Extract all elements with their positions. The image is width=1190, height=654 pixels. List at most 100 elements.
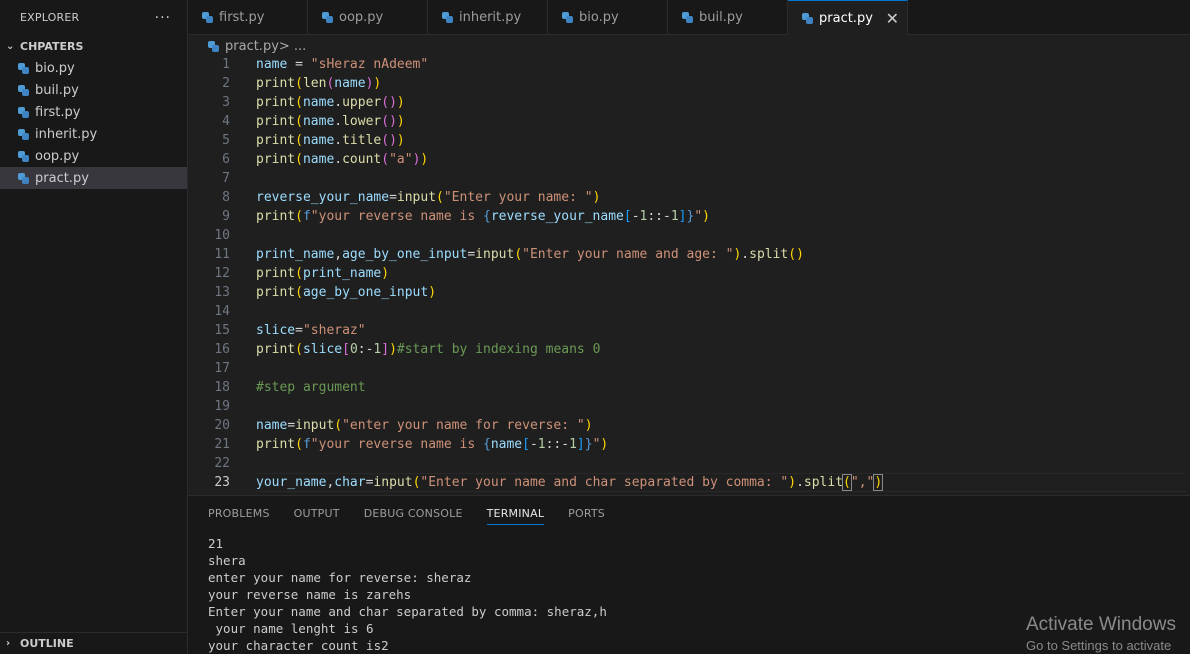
breadcrumb: pract.py > ...	[208, 37, 306, 55]
python-file-icon	[18, 128, 29, 140]
code-line: 6 print(name.count("a"))	[188, 150, 1190, 169]
line-number: 8	[222, 190, 230, 205]
line-number: 15	[214, 323, 230, 338]
line-number: 7	[222, 171, 230, 186]
tab-label: first.py	[219, 10, 265, 25]
tab-label: oop.py	[339, 10, 384, 25]
terminal-line: 21	[208, 536, 224, 551]
line-number: 12	[214, 266, 230, 281]
code-editor[interactable]: 1 name = "sHeraz nAdeem" 2 print(len(name)…	[188, 55, 1190, 495]
tab-bio[interactable]: bio.py	[548, 0, 668, 35]
code-text: print(print_name)	[256, 266, 390, 281]
folder-label: CHPATERS	[20, 39, 84, 53]
python-file-icon	[562, 12, 573, 23]
tab-oop[interactable]: oop.py	[308, 0, 428, 35]
code-line: 9 print(f"your reverse name is {reverse_y…	[188, 207, 1190, 226]
tab-terminal[interactable]: TERMINAL	[486, 496, 545, 531]
code-line: 14	[188, 302, 1190, 321]
code-line: 4 print(name.lower())	[188, 112, 1190, 131]
code-text: print(f"your reverse name is {reverse_yo…	[256, 209, 710, 224]
outline-section[interactable]: › OUTLINE	[0, 632, 187, 654]
line-number: 20	[214, 418, 230, 433]
code-line: 21 print(f"your reverse name is {name[-1:…	[188, 435, 1190, 454]
line-number: 5	[222, 133, 230, 148]
file-label: pract.py	[35, 170, 89, 186]
line-number: 13	[214, 285, 230, 300]
code-line: 15 slice="sheraz"	[188, 321, 1190, 340]
chevron-down-icon: ⌄	[6, 40, 15, 52]
tab-label: buil.py	[699, 10, 743, 25]
breadcrumb-separator: > ...	[278, 38, 307, 54]
file-item-bio[interactable]: bio.py	[0, 57, 187, 79]
file-item-first[interactable]: first.py	[0, 101, 187, 123]
tab-inherit[interactable]: inherit.py	[428, 0, 548, 35]
folder-chpaters[interactable]: ⌄ CHPATERS	[0, 35, 187, 57]
editor-tabs: first.py oop.py inherit.py bio.py buil.p…	[188, 0, 1190, 35]
code-line: 22	[188, 454, 1190, 473]
line-number: 10	[214, 228, 230, 243]
chevron-right-icon: ›	[6, 638, 11, 649]
tab-pract[interactable]: pract.py ✕	[788, 0, 908, 35]
breadcrumb-file[interactable]: pract.py	[225, 39, 279, 54]
code-line: 1 name = "sHeraz nAdeem"	[188, 55, 1190, 74]
close-icon[interactable]: ✕	[886, 9, 899, 28]
line-number: 11	[214, 247, 230, 262]
terminal-line: shera	[208, 553, 246, 568]
tab-debug-console[interactable]: DEBUG CONSOLE	[364, 496, 463, 531]
code-text: print(len(name))	[256, 76, 382, 91]
line-number: 2	[222, 76, 230, 91]
code-line: 12 print(print_name)	[188, 264, 1190, 283]
file-label: oop.py	[35, 148, 80, 164]
file-item-pract[interactable]: pract.py	[0, 167, 187, 189]
activate-windows-watermark: Activate Windows Go to Settings to activ…	[1026, 614, 1190, 654]
line-number: 22	[214, 456, 230, 471]
tab-buil[interactable]: buil.py	[668, 0, 788, 35]
watermark-title: Activate Windows	[1026, 614, 1176, 635]
file-label: bio.py	[35, 60, 75, 76]
line-number: 23	[214, 475, 230, 490]
line-number: 4	[222, 114, 230, 129]
python-file-icon	[202, 12, 213, 23]
code-text: print(age_by_one_input)	[256, 285, 437, 300]
code-text: name = "sHeraz nAdeem"	[256, 57, 429, 72]
code-text: print(name.count("a"))	[256, 152, 429, 167]
code-line: 18 #step argument	[188, 378, 1190, 397]
explorer-header: EXPLORER ···	[0, 0, 187, 35]
python-file-icon	[18, 172, 29, 184]
code-line: 17	[188, 359, 1190, 378]
tab-label: bio.py	[579, 10, 619, 25]
file-label: first.py	[35, 104, 81, 120]
python-file-icon	[322, 12, 333, 23]
tab-ports[interactable]: PORTS	[568, 496, 605, 531]
code-line: 13 print(age_by_one_input)	[188, 283, 1190, 302]
code-line: 11 print_name,age_by_one_input=input("Ent…	[188, 245, 1190, 264]
file-item-buil[interactable]: buil.py	[0, 79, 187, 101]
tab-output[interactable]: OUTPUT	[294, 496, 340, 531]
more-actions-icon[interactable]: ···	[155, 10, 171, 26]
tab-first[interactable]: first.py	[188, 0, 308, 35]
python-file-icon	[442, 12, 453, 23]
python-file-icon	[18, 150, 29, 162]
code-text: print(slice[0:-1])#start by indexing mea…	[256, 342, 601, 357]
file-item-inherit[interactable]: inherit.py	[0, 123, 187, 145]
line-number: 3	[222, 95, 230, 110]
python-file-icon	[682, 12, 693, 23]
code-line: 10	[188, 226, 1190, 245]
tab-label: inherit.py	[459, 10, 522, 25]
code-line: 2 print(len(name))	[188, 74, 1190, 93]
tab-problems[interactable]: PROBLEMS	[208, 496, 270, 531]
explorer-title: EXPLORER	[20, 11, 80, 24]
code-text: print(f"your reverse name is {name[-1::-…	[256, 437, 609, 452]
line-number: 1	[222, 57, 230, 72]
code-text: print(name.upper())	[256, 95, 405, 110]
code-text: name=input("enter your name for reverse:…	[256, 418, 593, 433]
code-line: 16 print(slice[0:-1])#start by indexing m…	[188, 340, 1190, 359]
line-number: 6	[222, 152, 230, 167]
line-number: 17	[214, 361, 230, 376]
panel-tabs: PROBLEMS OUTPUT DEBUG CONSOLE TERMINAL P…	[188, 496, 1190, 531]
tab-label: pract.py	[819, 10, 873, 26]
line-number: 21	[214, 437, 230, 452]
current-code-line: 23 your_name,char=input("Enter your name …	[188, 473, 1190, 492]
file-item-oop[interactable]: oop.py	[0, 145, 187, 167]
terminal-line: enter your name for reverse: sheraz	[208, 570, 472, 585]
